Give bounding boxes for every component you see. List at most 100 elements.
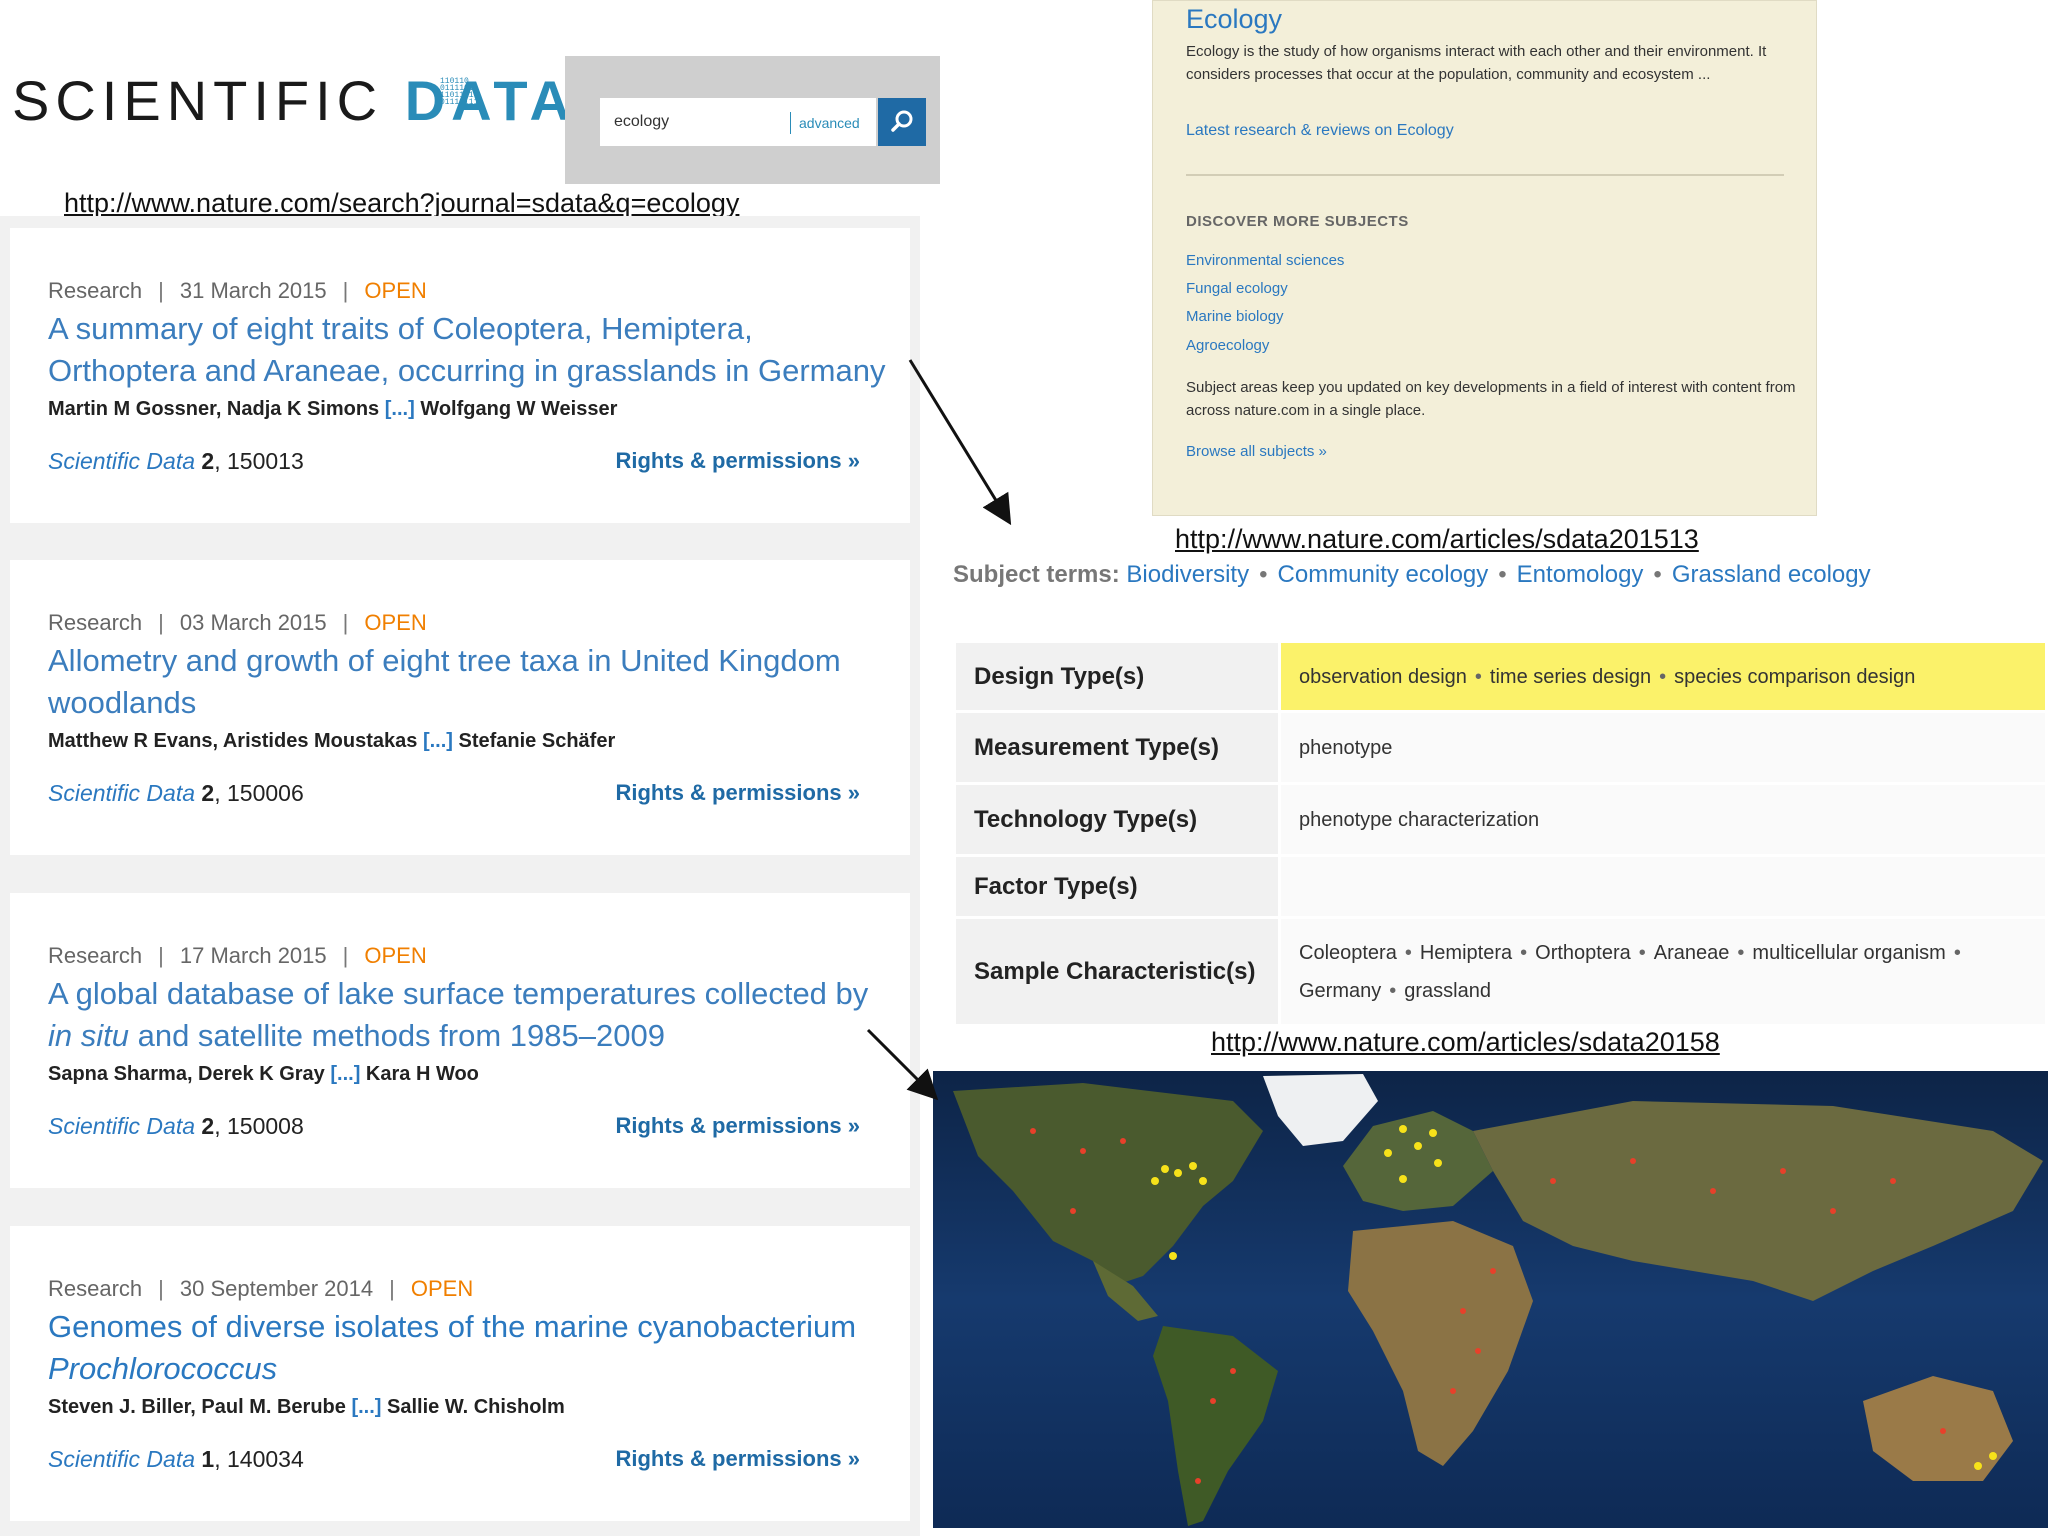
search-url-caption[interactable]: http://www.nature.com/search?journal=sda… <box>64 188 739 219</box>
lake-point <box>1434 1159 1442 1167</box>
rights-permissions-link[interactable]: Rights & permissions » <box>615 1446 860 1472</box>
article-url-caption-1[interactable]: http://www.nature.com/articles/sdata2015… <box>1175 524 1699 555</box>
result-citation: Scientific Data 2, 150006 <box>48 780 304 806</box>
arrow-icon <box>908 359 1012 526</box>
discover-heading: DISCOVER MORE SUBJECTS <box>1186 213 1409 230</box>
browse-all-subjects-link[interactable]: Browse all subjects » <box>1186 443 1327 460</box>
lake-point <box>1890 1178 1896 1184</box>
table-row: Measurement Type(s) phenotype <box>953 710 2048 785</box>
lake-point <box>1780 1168 1786 1174</box>
table-row: Technology Type(s) phenotype characteriz… <box>953 782 2048 857</box>
lake-point <box>1030 1128 1036 1134</box>
result-authors: Martin M Gossner, Nadja K Simons [...] W… <box>48 398 618 420</box>
row-value <box>1278 854 2048 919</box>
lake-point <box>1210 1398 1216 1404</box>
search-input[interactable] <box>614 98 786 146</box>
ecology-title-link[interactable]: Ecology <box>1186 4 1282 35</box>
lake-point <box>1399 1125 1407 1133</box>
lake-point <box>1830 1208 1836 1214</box>
result-meta: Research | 31 March 2015 | OPEN <box>48 278 427 303</box>
lake-point <box>1080 1148 1086 1154</box>
result-meta: Research | 30 September 2014 | OPEN <box>48 1276 474 1301</box>
subject-terms-label: Subject terms: <box>953 561 1120 588</box>
lake-point <box>1974 1462 1982 1470</box>
authors-expand-link[interactable]: [...] <box>330 1063 360 1085</box>
lake-point <box>1989 1452 1997 1460</box>
article-url-caption-2[interactable]: http://www.nature.com/articles/sdata2015… <box>1211 1027 1720 1058</box>
lake-point <box>1710 1188 1716 1194</box>
world-map-image <box>933 1071 2048 1528</box>
lake-point <box>1189 1162 1197 1170</box>
lake-point <box>1161 1165 1169 1173</box>
row-value: phenotype characterization <box>1278 782 2048 857</box>
result-authors: Matthew R Evans, Aristides Moustakas [..… <box>48 730 616 752</box>
logo-text: SCIENTIFIC <box>12 69 405 132</box>
result-title-link[interactable]: Allometry and growth of eight tree taxa … <box>48 640 888 724</box>
lake-point <box>1550 1178 1556 1184</box>
result-citation: Scientific Data 2, 150013 <box>48 448 304 474</box>
lake-point <box>1169 1252 1177 1260</box>
subject-term-link[interactable]: Biodiversity <box>1126 561 1249 588</box>
lake-point <box>1429 1129 1437 1137</box>
logo-accent-text: DATA <box>404 69 576 132</box>
lake-point <box>1630 1158 1636 1164</box>
result-title-link[interactable]: A summary of eight traits of Coleoptera,… <box>48 308 888 392</box>
authors-expand-link[interactable]: [...] <box>423 730 453 752</box>
table-row: Sample Characteristic(s) Coleoptera • Hemi… <box>953 916 2048 1027</box>
subject-term-link[interactable]: Community ecology <box>1278 561 1489 588</box>
lake-point <box>1120 1138 1126 1144</box>
lake-point <box>1460 1308 1466 1314</box>
result-card: Research | 31 March 2015 | OPEN A summary of… <box>10 228 910 523</box>
subject-term-link[interactable]: Entomology <box>1517 561 1644 588</box>
result-card: Research | 03 March 2015 | OPEN Allometry an… <box>10 560 910 855</box>
subject-terms: Subject terms: Biodiversity • Community ec… <box>953 561 1871 588</box>
table-row: Factor Type(s) <box>953 854 2048 919</box>
table-row: Design Type(s) observation design • time s… <box>953 640 2048 713</box>
lake-point <box>1399 1175 1407 1183</box>
lake-point <box>1230 1368 1236 1374</box>
subject-link[interactable]: Environmental sciences <box>1186 252 1344 269</box>
scientific-data-logo[interactable]: SCIENTIFIC DATA <box>12 68 576 133</box>
logo-binary-icon: 110110 0111101 11011110 01110111 <box>440 77 479 107</box>
row-label: Sample Characteristic(s) <box>953 916 1281 1027</box>
row-label: Measurement Type(s) <box>953 710 1281 785</box>
rights-permissions-link[interactable]: Rights & permissions » <box>615 1113 860 1139</box>
result-card: Research | 17 March 2015 | OPEN A global dat… <box>10 893 910 1188</box>
subject-term-link[interactable]: Grassland ecology <box>1672 561 1871 588</box>
subject-link[interactable]: Fungal ecology <box>1186 280 1288 297</box>
result-title-link[interactable]: A global database of lake surface temper… <box>48 973 888 1057</box>
result-citation: Scientific Data 1, 140034 <box>48 1446 304 1472</box>
metadata-table: Design Type(s) observation design • time s… <box>953 640 2048 1027</box>
search-button[interactable] <box>878 98 926 146</box>
rights-permissions-link[interactable]: Rights & permissions » <box>615 780 860 806</box>
lake-point <box>1450 1388 1456 1394</box>
advanced-search-link[interactable]: advanced <box>790 112 860 134</box>
result-meta: Research | 03 March 2015 | OPEN <box>48 610 427 635</box>
row-label: Factor Type(s) <box>953 854 1281 919</box>
open-access-badge: OPEN <box>364 943 427 968</box>
result-title-link[interactable]: Genomes of diverse isolates of the marin… <box>48 1306 888 1390</box>
row-value: observation design • time series design • sp… <box>1278 640 2048 713</box>
lake-point <box>1195 1478 1201 1484</box>
row-label: Design Type(s) <box>953 640 1281 713</box>
subject-link[interactable]: Agroecology <box>1186 337 1269 354</box>
subject-link[interactable]: Marine biology <box>1186 308 1284 325</box>
row-value: phenotype <box>1278 710 2048 785</box>
rights-permissions-link[interactable]: Rights & permissions » <box>615 448 860 474</box>
row-value: Coleoptera • Hemiptera • Orthoptera • Araneae •… <box>1278 916 2048 1027</box>
lake-point <box>1414 1142 1422 1150</box>
lake-point <box>1070 1208 1076 1214</box>
open-access-badge: OPEN <box>410 1276 474 1301</box>
result-authors: Steven J. Biller, Paul M. Berube [...] S… <box>48 1396 565 1418</box>
lake-point <box>1940 1428 1946 1434</box>
subject-areas-note: Subject areas keep you updated on key de… <box>1186 379 1796 419</box>
result-meta: Research | 17 March 2015 | OPEN <box>48 943 427 968</box>
authors-expand-link[interactable]: [...] <box>385 398 415 420</box>
authors-expand-link[interactable]: [...] <box>351 1396 381 1418</box>
row-label: Technology Type(s) <box>953 782 1281 857</box>
latest-research-link[interactable]: Latest research & reviews on Ecology <box>1186 122 1454 140</box>
result-authors: Sapna Sharma, Derek K Gray [...] Kara H … <box>48 1063 479 1085</box>
divider <box>1186 174 1784 176</box>
lake-point <box>1475 1348 1481 1354</box>
search-icon <box>891 110 913 132</box>
